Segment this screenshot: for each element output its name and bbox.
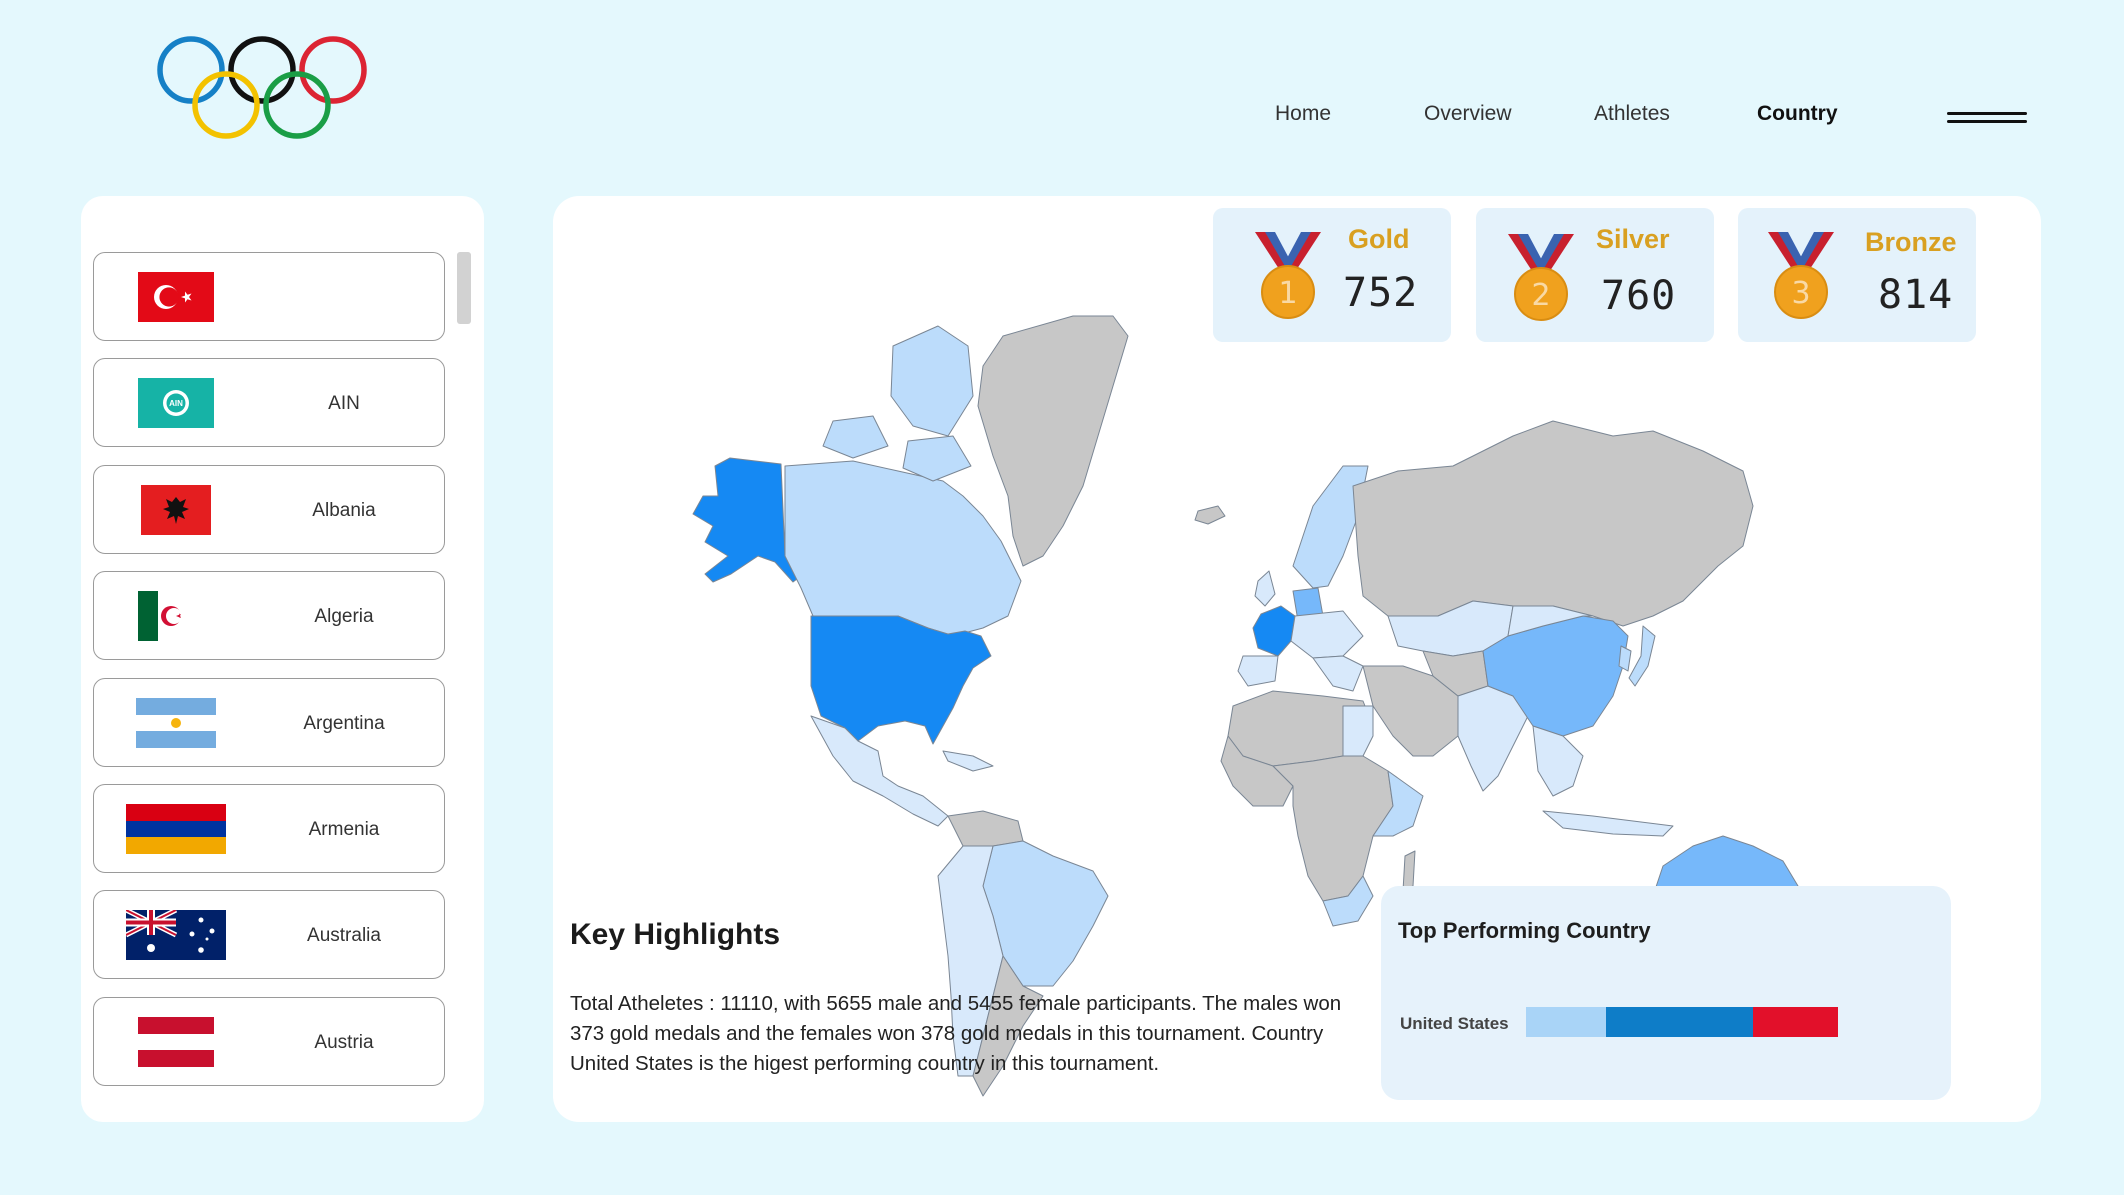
- bar-segment-bronze[interactable]: [1753, 1007, 1839, 1037]
- country-card-ain[interactable]: AIN AIN: [93, 358, 445, 447]
- country-card-turkey[interactable]: [93, 252, 445, 341]
- hamburger-menu-icon[interactable]: [1947, 112, 2027, 126]
- country-card-argentina[interactable]: Argentina: [93, 678, 445, 767]
- austria-flag-icon: [138, 1016, 214, 1067]
- country-list: AIN AIN Albania Algeria Argentina Armeni…: [93, 252, 449, 1102]
- olympic-rings-logo: [157, 36, 367, 139]
- bronze-medal-icon: 3: [1768, 232, 1834, 319]
- country-name: Australia: [307, 925, 381, 946]
- gold-label: Gold: [1348, 224, 1410, 254]
- map-region-united-states: [810, 615, 992, 745]
- country-card-austria[interactable]: Austria: [93, 997, 445, 1086]
- ring-red: [299, 36, 367, 104]
- map-region-southeast-asia: [1532, 725, 1584, 797]
- nav-country[interactable]: Country: [1757, 102, 1838, 126]
- svg-text:AIN: AIN: [169, 399, 183, 408]
- map-region-indonesia: [1542, 810, 1674, 837]
- gold-count: 752: [1343, 270, 1419, 316]
- map-region-central-europe: [1290, 610, 1364, 659]
- map-region-madagascar: [1402, 850, 1416, 892]
- map-region-japan: [1628, 625, 1656, 687]
- nav-overview[interactable]: Overview: [1424, 102, 1512, 126]
- country-name: Algeria: [314, 606, 374, 627]
- silver-label: Silver: [1596, 224, 1670, 254]
- map-region-russia: [1352, 420, 1754, 627]
- country-card-algeria[interactable]: Algeria: [93, 571, 445, 660]
- gold-medal-card: 1 Gold 752: [1213, 208, 1451, 342]
- map-region-central-africa: [1272, 755, 1394, 902]
- bar-segment-gold[interactable]: [1526, 1007, 1606, 1037]
- gold-medal-icon: 1: [1255, 232, 1321, 319]
- nav-home[interactable]: Home: [1275, 102, 1331, 126]
- country-list-scrollbar[interactable]: [457, 252, 471, 324]
- svg-text:2: 2: [1531, 278, 1550, 313]
- key-highlights-title: Key Highlights: [570, 918, 781, 951]
- ain-flag-icon: AIN: [138, 377, 214, 428]
- bronze-medal-card: 3 Bronze 814: [1738, 208, 1976, 342]
- map-region-caribbean: [942, 750, 994, 772]
- country-card-armenia[interactable]: Armenia: [93, 784, 445, 873]
- bronze-count: 814: [1878, 272, 1954, 318]
- country-name: Albania: [312, 500, 376, 521]
- country-name: [279, 253, 409, 342]
- silver-count: 760: [1601, 273, 1677, 319]
- australia-flag-icon: [126, 909, 226, 960]
- ring-black: [228, 36, 296, 104]
- map-region-egypt: [1342, 705, 1374, 757]
- map-region-uk: [1254, 570, 1276, 607]
- svg-text:1: 1: [1278, 276, 1297, 311]
- ring-blue: [157, 36, 225, 104]
- map-region-spain: [1237, 655, 1279, 687]
- map-region-venezuela-colombia: [947, 810, 1024, 847]
- bar-segment-silver[interactable]: [1605, 1007, 1754, 1037]
- country-name: Argentina: [303, 713, 385, 734]
- country-card-australia[interactable]: Australia: [93, 890, 445, 979]
- top-performing-title: Top Performing Country: [1398, 918, 1651, 943]
- country-name: Austria: [314, 1032, 374, 1053]
- main-panel: 1 Gold 752 2 Silver 760 3 Bronze 814 Key…: [553, 196, 2041, 1122]
- map-region-canada: [784, 460, 1022, 637]
- map-region-france: [1252, 605, 1296, 657]
- bronze-label: Bronze: [1865, 227, 1957, 257]
- ring-green: [263, 71, 331, 139]
- top-performing-bar[interactable]: [1526, 1007, 1839, 1037]
- argentina-flag-icon: [136, 697, 216, 748]
- map-region-italy-balkans: [1312, 655, 1364, 692]
- algeria-flag-icon: [138, 590, 188, 641]
- silver-medal-card: 2 Silver 760: [1476, 208, 1714, 342]
- country-name: Armenia: [308, 819, 380, 840]
- svg-text:3: 3: [1791, 276, 1810, 311]
- map-region-iceland: [1194, 505, 1226, 525]
- key-highlights-text: Total Atheletes : 11110, with 5655 male …: [570, 992, 1342, 1075]
- top-performing-country-card: Top Performing Country United States: [1381, 886, 1951, 1100]
- turkey-flag-icon: [138, 271, 214, 322]
- top-performing-country-label: United States: [1400, 1014, 1509, 1033]
- map-region-korea: [1618, 645, 1632, 672]
- map-region-arctic-islands: [890, 325, 974, 437]
- map-region-arctic-islands-2: [822, 415, 889, 459]
- country-name: AIN: [328, 393, 360, 414]
- silver-medal-icon: 2: [1508, 234, 1574, 321]
- armenia-flag-icon: [126, 803, 226, 854]
- map-region-greenland: [977, 315, 1129, 567]
- country-list-panel: AIN AIN Albania Algeria Argentina Armeni…: [81, 196, 484, 1122]
- ring-yellow: [192, 71, 260, 139]
- country-card-albania[interactable]: Albania: [93, 465, 445, 554]
- nav-athletes[interactable]: Athletes: [1594, 102, 1670, 126]
- albania-flag-icon: [141, 484, 211, 535]
